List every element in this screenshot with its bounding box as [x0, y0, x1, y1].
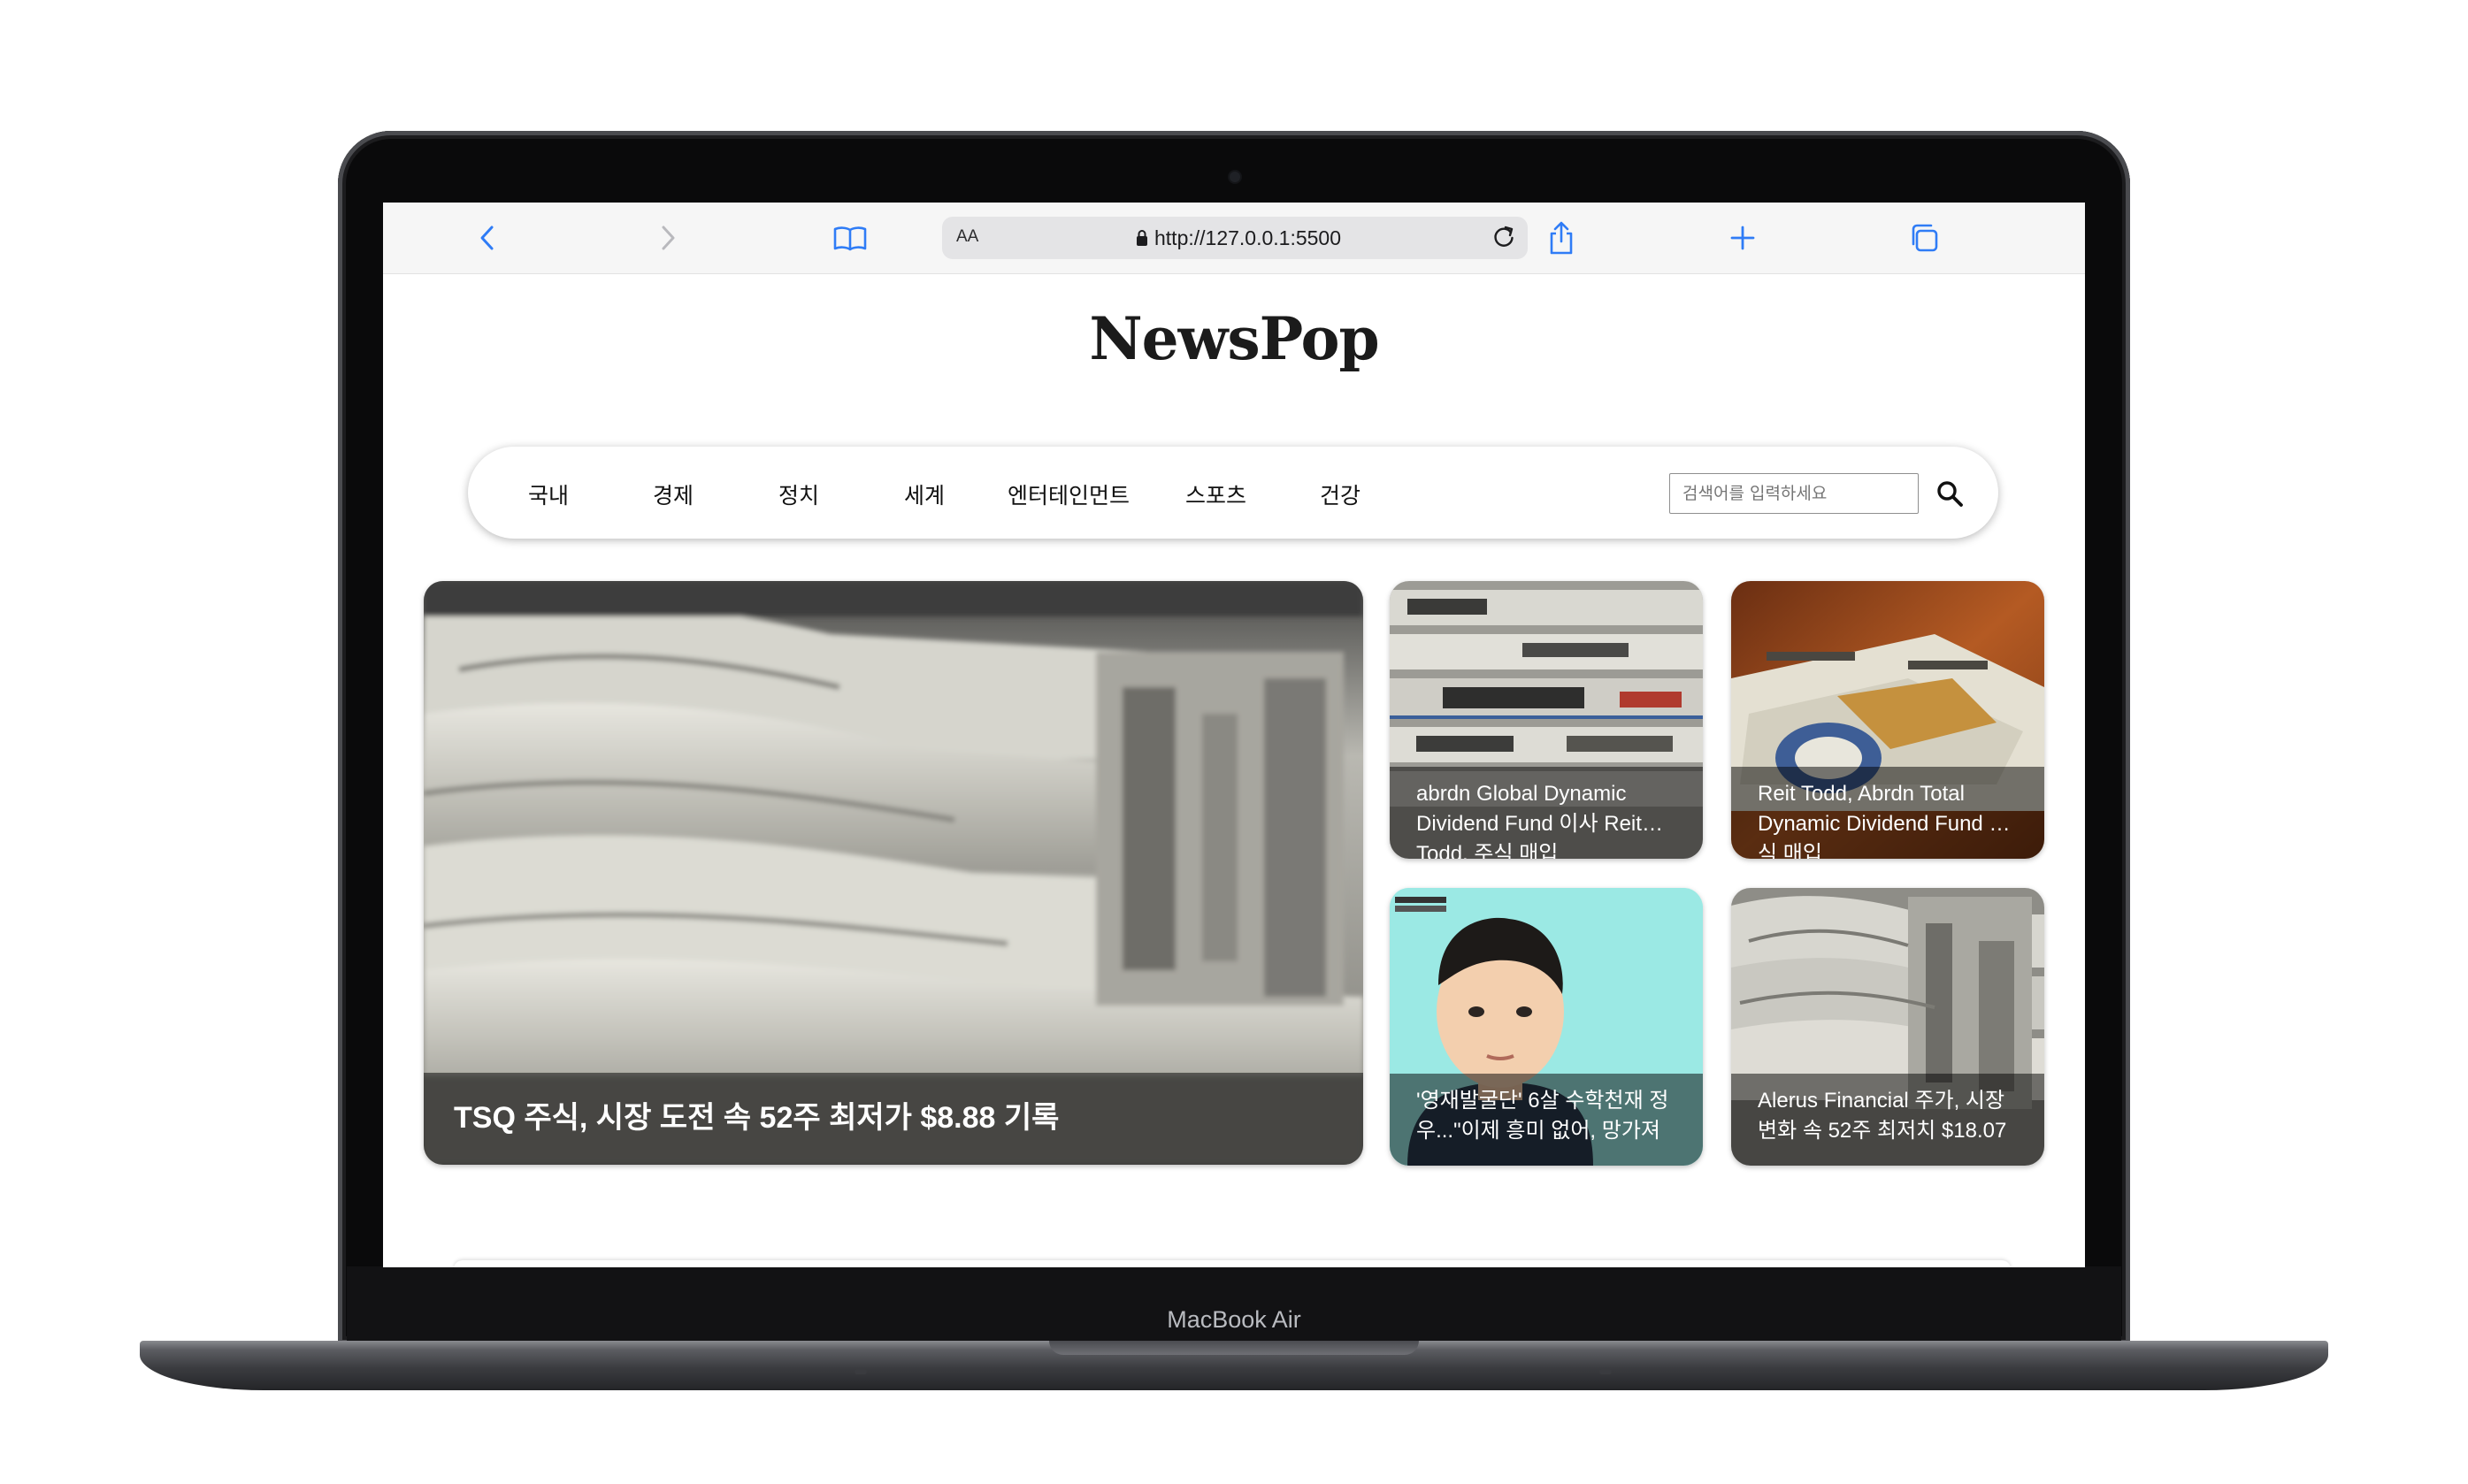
- nav-item-economy[interactable]: 경제: [653, 478, 694, 510]
- new-tab-icon[interactable]: [1725, 220, 1760, 256]
- category-nav: 국내 경제 정치 세계 엔터테인먼트 스포츠 건강: [468, 447, 1998, 539]
- browser-toolbar: AA http://127.0.0.1:5500: [383, 203, 2085, 274]
- article-card[interactable]: '영재발굴단' 6살 수학천재 정우..."이제 흥미 없어, 망가져: [1390, 888, 1703, 1166]
- nav-item-entertainment[interactable]: 엔터테인먼트: [1008, 478, 1130, 510]
- featured-article-card[interactable]: TSQ 주식, 시장 도전 속 52주 최저가 $8.88 기록: [424, 581, 1363, 1165]
- laptop-hinge-notch: [1049, 1341, 1419, 1355]
- nav-item-domestic[interactable]: 국내: [528, 478, 569, 510]
- article-card[interactable]: Alerus Financial 주가, 시장 변화 속 52주 최저치 $18…: [1731, 888, 2044, 1166]
- forward-icon[interactable]: [650, 220, 686, 256]
- nav-item-politics[interactable]: 정치: [778, 478, 819, 510]
- camera-icon: [1230, 172, 1240, 182]
- next-section-edge: [454, 1260, 2011, 1267]
- nav-item-world[interactable]: 세계: [904, 478, 945, 510]
- reload-icon[interactable]: [1491, 224, 1517, 254]
- bookmarks-icon[interactable]: [832, 220, 868, 256]
- screen: AA http://127.0.0.1:5500 NewsPop 국내 경제 정…: [383, 203, 2085, 1267]
- featured-article-title: TSQ 주식, 시장 도전 속 52주 최저가 $8.88 기록: [424, 1073, 1363, 1165]
- article-card[interactable]: Reit Todd, Abrdn Total Dynamic Dividend …: [1731, 581, 2044, 859]
- device-label: MacBook Air: [1167, 1306, 1301, 1333]
- text-size-button[interactable]: AA: [956, 227, 978, 247]
- article-title: Reit Todd, Abrdn Total Dynamic Dividend …: [1731, 767, 2044, 859]
- article-title: Alerus Financial 주가, 시장 변화 속 52주 최저치 $18…: [1731, 1074, 2044, 1166]
- nav-item-health[interactable]: 건강: [1320, 478, 1360, 510]
- tabs-icon[interactable]: [1906, 220, 1942, 256]
- article-title: abrdn Global Dynamic Dividend Fund 이사 Re…: [1390, 767, 1703, 859]
- article-title: '영재발굴단' 6살 수학천재 정우..."이제 흥미 없어, 망가져: [1390, 1074, 1703, 1166]
- site-logo[interactable]: NewsPop: [383, 304, 2085, 373]
- search-icon[interactable]: [1933, 477, 1966, 510]
- url-text: http://127.0.0.1:5500: [1154, 226, 1342, 249]
- address-bar[interactable]: AA http://127.0.0.1:5500: [942, 217, 1528, 259]
- article-card[interactable]: abrdn Global Dynamic Dividend Fund 이사 Re…: [1390, 581, 1703, 859]
- laptop-foot: [1599, 1369, 1612, 1374]
- search-input[interactable]: [1669, 473, 1919, 514]
- share-icon[interactable]: [1544, 220, 1579, 256]
- laptop-foot: [855, 1369, 867, 1374]
- lock-icon: [1135, 228, 1149, 251]
- back-icon[interactable]: [470, 220, 505, 256]
- nav-item-sports[interactable]: 스포츠: [1185, 478, 1246, 510]
